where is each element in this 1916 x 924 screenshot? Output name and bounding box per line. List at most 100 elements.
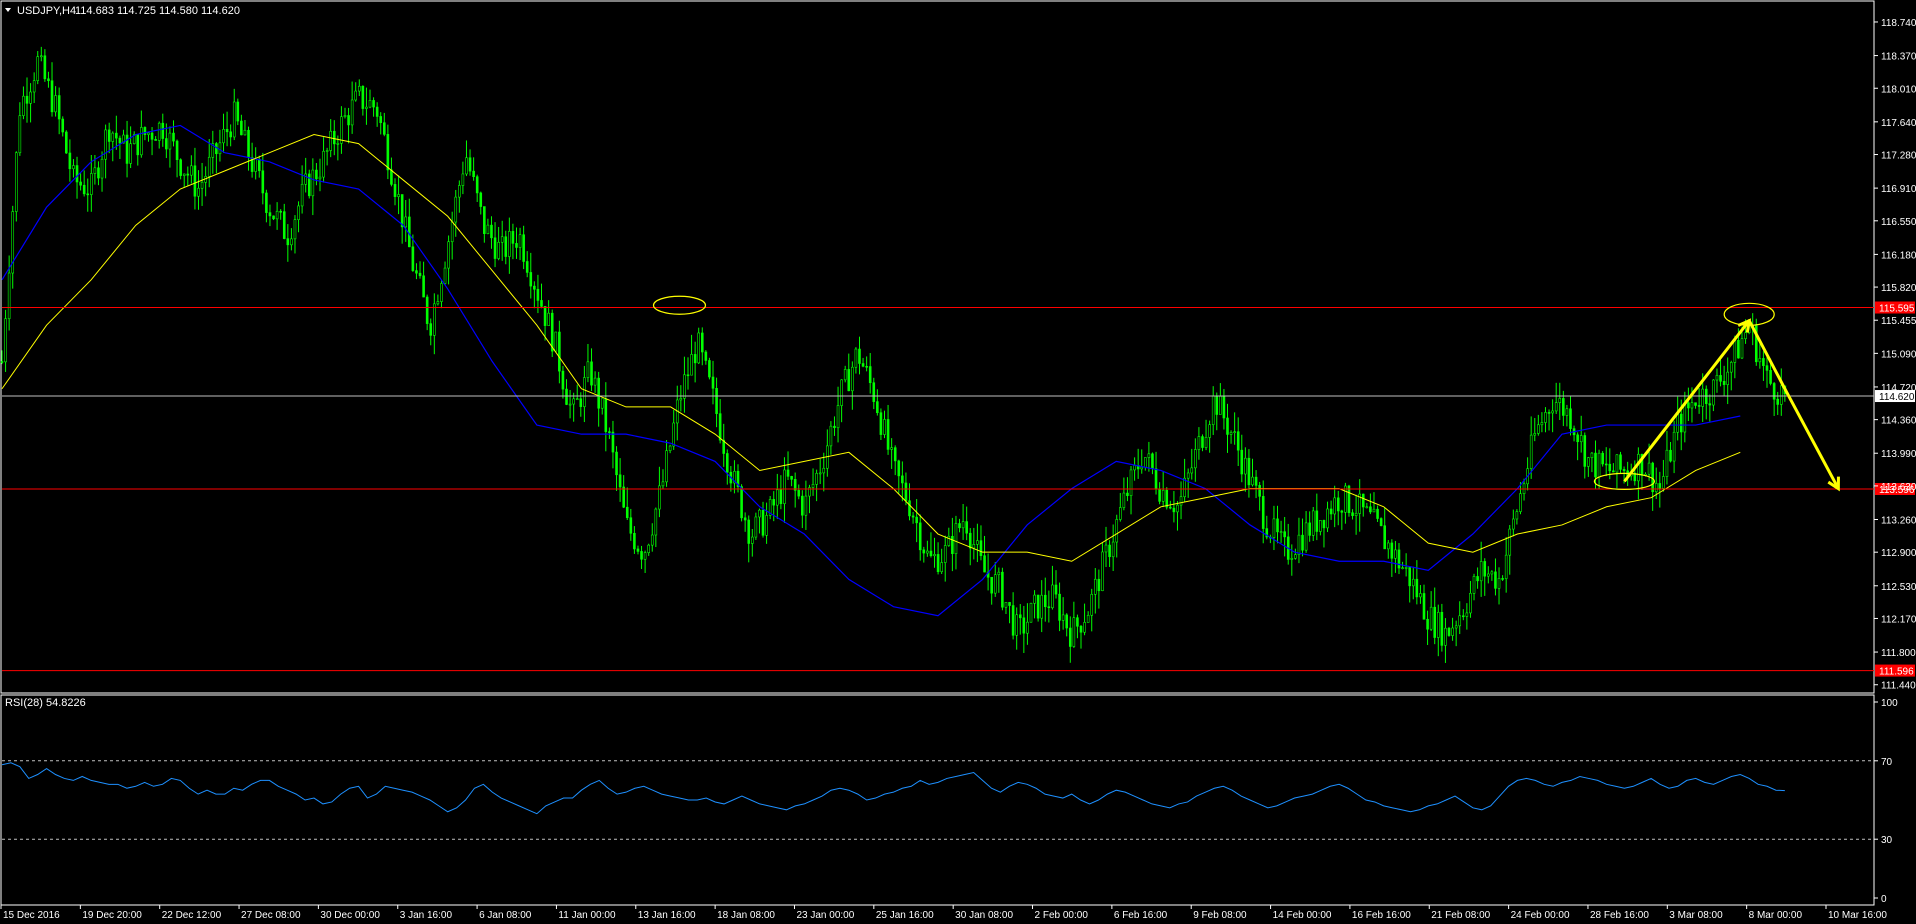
candle-body [408, 216, 411, 248]
candle-body [679, 398, 683, 401]
candle-body [636, 548, 640, 552]
candle-body [1154, 468, 1158, 490]
candle-body [901, 475, 904, 484]
candle-body [1258, 485, 1261, 497]
candle-body [1779, 385, 1783, 405]
candle-body [1140, 466, 1144, 470]
candle-body [1011, 605, 1015, 636]
candle-body [1043, 594, 1047, 608]
candle-body [293, 219, 297, 240]
candle-body [922, 549, 926, 554]
candle-body [1068, 627, 1072, 647]
candle-body [533, 285, 536, 290]
candle-body [150, 132, 154, 140]
candle-body [822, 467, 826, 474]
candle-body [761, 509, 765, 536]
candle-body [458, 185, 461, 198]
x-tick-label: 22 Dec 12:00 [162, 910, 222, 921]
candle-body [61, 118, 65, 133]
candle-body [1758, 358, 1762, 363]
x-tick-label: 23 Jan 00:00 [796, 910, 854, 921]
candle-body [247, 129, 250, 158]
candle-body [1211, 395, 1215, 425]
candle-body [243, 129, 247, 136]
candle-body [1637, 453, 1640, 482]
candle-body [554, 331, 558, 352]
candle-body [483, 206, 486, 234]
candle-body [140, 127, 143, 156]
candle-body [958, 523, 961, 529]
candle-body [218, 142, 222, 155]
candle-body [968, 532, 972, 549]
candle-body [268, 212, 272, 217]
candle-body [397, 194, 400, 197]
candle-body [1440, 611, 1444, 646]
candle-body [1429, 606, 1433, 630]
candle-body [993, 574, 997, 594]
candle-body [1529, 434, 1533, 469]
x-tick-label: 16 Feb 16:00 [1352, 910, 1411, 921]
y-tick-label: 112.170 [1881, 614, 1916, 625]
candle-body [1622, 469, 1626, 472]
candle-body [654, 508, 658, 536]
candle-body [193, 165, 197, 197]
candle-body [118, 137, 122, 144]
candle-body [1476, 576, 1479, 582]
candle-body [1301, 534, 1304, 551]
candle-body [618, 474, 622, 488]
candle-body [1647, 462, 1651, 475]
chart-background [0, 0, 1916, 924]
candle-body [1104, 544, 1108, 553]
candle-body [1701, 388, 1704, 407]
candle-body [954, 523, 958, 554]
candle-body [1422, 593, 1426, 620]
candle-body [1340, 510, 1344, 513]
candle-body [1133, 465, 1136, 471]
x-tick-label: 15 Dec 2016 [3, 910, 60, 921]
candle-body [1208, 424, 1211, 438]
y-tick-label: 111.800 [1881, 648, 1916, 659]
candle-body [1415, 578, 1419, 598]
candle-body [843, 369, 847, 381]
candle-body [1547, 412, 1551, 414]
candle-body [1176, 504, 1179, 513]
candle-body [436, 301, 440, 305]
candle-body [57, 95, 61, 120]
candle-body [1322, 520, 1326, 529]
candle-body [590, 361, 593, 386]
candle-body [1315, 510, 1319, 532]
candle-body [1018, 614, 1022, 619]
candle-body [1326, 508, 1329, 529]
candle-body [983, 555, 986, 573]
candle-body [840, 379, 843, 406]
candle-body [783, 469, 786, 504]
candle-body [200, 181, 204, 189]
candle-body [1058, 593, 1061, 621]
candle-body [754, 516, 758, 538]
candle-body [404, 216, 408, 228]
candle-body [836, 405, 840, 429]
candle-body [1158, 488, 1161, 502]
candle-body [1465, 612, 1469, 617]
candle-body [890, 447, 893, 450]
candle-body [1619, 454, 1622, 470]
candle-body [107, 129, 111, 142]
candle-body [1479, 561, 1483, 582]
candle-body [447, 241, 450, 269]
candle-body [1072, 617, 1076, 647]
y-tick-label: 114.720 [1881, 383, 1916, 394]
candle-body [926, 550, 929, 554]
candle-body [951, 535, 954, 554]
candle-body [415, 270, 418, 274]
candle-body [357, 85, 361, 92]
candle-body [1190, 467, 1194, 474]
candle-body [700, 332, 704, 353]
candle-body [493, 237, 497, 259]
candle-body [161, 122, 165, 139]
candle-body [1090, 594, 1094, 616]
candle-body [1612, 470, 1615, 473]
candle-body [1447, 627, 1451, 636]
candle-body [1426, 618, 1429, 630]
candle-body [886, 419, 890, 450]
candle-body [486, 224, 490, 234]
